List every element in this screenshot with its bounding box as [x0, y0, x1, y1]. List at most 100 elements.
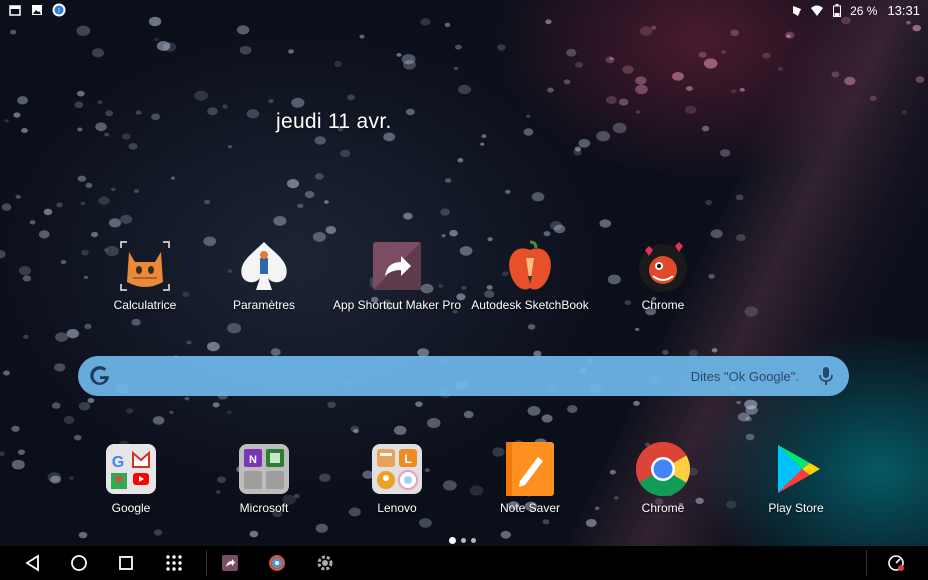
settings-gear-icon[interactable] — [315, 553, 335, 573]
bokeh-dot — [153, 529, 163, 536]
bokeh-dot — [22, 275, 32, 282]
bokeh-dot — [23, 334, 29, 339]
bokeh-dot — [736, 400, 741, 405]
app-shortcut-maker-pro[interactable]: App Shortcut Maker Pro — [332, 238, 462, 312]
folder-google[interactable]: G Google — [66, 441, 196, 515]
bokeh-dot — [95, 122, 107, 132]
bokeh-dot — [698, 51, 707, 58]
bokeh-dot — [347, 94, 355, 101]
bokeh-dot — [304, 190, 315, 199]
bokeh-dot — [273, 216, 287, 226]
app-autodesk-sketchbook[interactable]: Autodesk SketchBook — [465, 238, 595, 312]
bokeh-dot — [18, 266, 31, 276]
monster-chrome-icon — [635, 238, 691, 294]
bokeh-dot — [334, 60, 343, 68]
phone-icon — [790, 4, 804, 18]
bokeh-dot — [135, 110, 142, 115]
battery-percentage: 26 % — [850, 3, 878, 18]
bokeh-dot — [651, 25, 657, 30]
bokeh-dot — [901, 110, 908, 115]
bokeh-dot — [324, 200, 329, 204]
app-chrome-monster[interactable]: Chrome — [598, 238, 728, 312]
navigation-bar — [0, 546, 928, 580]
bokeh-dot — [869, 95, 877, 101]
bokeh-dot — [108, 218, 122, 228]
bokeh-dot — [353, 429, 359, 434]
bokeh-dot — [314, 173, 324, 180]
page-dot[interactable] — [461, 538, 466, 543]
bokeh-dot — [585, 519, 597, 527]
screen-recorder-icon[interactable] — [886, 553, 906, 573]
app-note-saver[interactable]: Note Saver — [465, 441, 595, 515]
bokeh-dot — [612, 122, 627, 134]
home-icon[interactable] — [69, 553, 89, 573]
bokeh-dot — [350, 425, 360, 433]
bokeh-dot — [441, 234, 446, 238]
bokeh-dot — [186, 340, 192, 345]
page-dot[interactable] — [449, 537, 456, 544]
bokeh-dot — [121, 133, 131, 140]
bokeh-dot — [327, 401, 336, 408]
bokeh-dot — [194, 90, 209, 101]
bokeh-dot — [457, 158, 464, 163]
folder-lenovo[interactable]: L Lenovo — [332, 441, 462, 515]
bokeh-dot — [77, 175, 87, 182]
google-search-bar[interactable]: Dites "Ok Google". — [78, 356, 849, 396]
bokeh-dot — [701, 125, 710, 132]
bokeh-dot — [523, 128, 534, 136]
nav-divider — [866, 550, 867, 576]
bokeh-dot — [76, 25, 91, 36]
bokeh-dot — [720, 149, 731, 157]
bokeh-dot — [131, 318, 141, 326]
page-indicator[interactable] — [449, 537, 476, 544]
bokeh-dot — [78, 531, 88, 539]
app-parametres[interactable]: Paramètres — [199, 238, 329, 312]
bokeh-dot — [239, 45, 252, 55]
bokeh-dot — [606, 96, 617, 105]
bokeh-dot — [249, 530, 259, 538]
bokeh-dot — [126, 408, 134, 414]
mic-icon[interactable] — [819, 366, 833, 386]
sketchbook-icon — [502, 238, 558, 294]
bokeh-dot — [43, 208, 53, 216]
bokeh-dot — [63, 415, 75, 424]
app-label: Paramètres — [232, 298, 296, 312]
folder-microsoft[interactable]: N Microsoft — [199, 441, 329, 515]
back-icon[interactable] — [22, 553, 42, 573]
app-label: Calculatrice — [113, 298, 177, 312]
app-label: Google — [111, 501, 151, 515]
bokeh-dot — [340, 149, 351, 158]
shortcut-maker-icon[interactable] — [220, 553, 240, 573]
bokeh-dot — [541, 414, 553, 423]
app-drawer-icon[interactable] — [164, 553, 184, 573]
bokeh-dot — [599, 219, 612, 228]
bokeh-dot — [128, 143, 138, 150]
google-g-icon — [88, 364, 112, 388]
bokeh-dot — [359, 34, 365, 39]
app-calculatrice[interactable]: Calculatrice — [80, 238, 210, 312]
bokeh-dot — [212, 402, 220, 408]
app-chrome[interactable]: Chrome — [598, 441, 728, 515]
app-play-store[interactable]: Play Store — [731, 441, 861, 515]
page-dot[interactable] — [471, 538, 476, 543]
bokeh-dot — [527, 324, 536, 330]
bokeh-dot — [635, 76, 647, 85]
bokeh-dot — [635, 110, 641, 114]
bokeh-dot — [152, 416, 165, 425]
bokeh-dot — [393, 425, 407, 435]
bokeh-dot — [736, 234, 746, 242]
bokeh-dot — [686, 86, 693, 91]
date-widget[interactable]: jeudi 11 avr. — [276, 110, 392, 134]
bokeh-dot — [184, 396, 190, 401]
bokeh-dot — [270, 348, 281, 356]
bokeh-dot — [84, 323, 92, 330]
bokeh-dot — [912, 24, 922, 32]
bokeh-dot — [831, 71, 840, 78]
gear-pinwheel-icon[interactable] — [267, 553, 287, 573]
bokeh-dot — [97, 100, 103, 105]
search-hint: Dites "Ok Google". — [690, 369, 799, 384]
bokeh-dot — [705, 199, 713, 206]
bokeh-dot — [227, 145, 233, 149]
recents-icon[interactable] — [116, 553, 136, 573]
bokeh-dot — [11, 425, 20, 432]
